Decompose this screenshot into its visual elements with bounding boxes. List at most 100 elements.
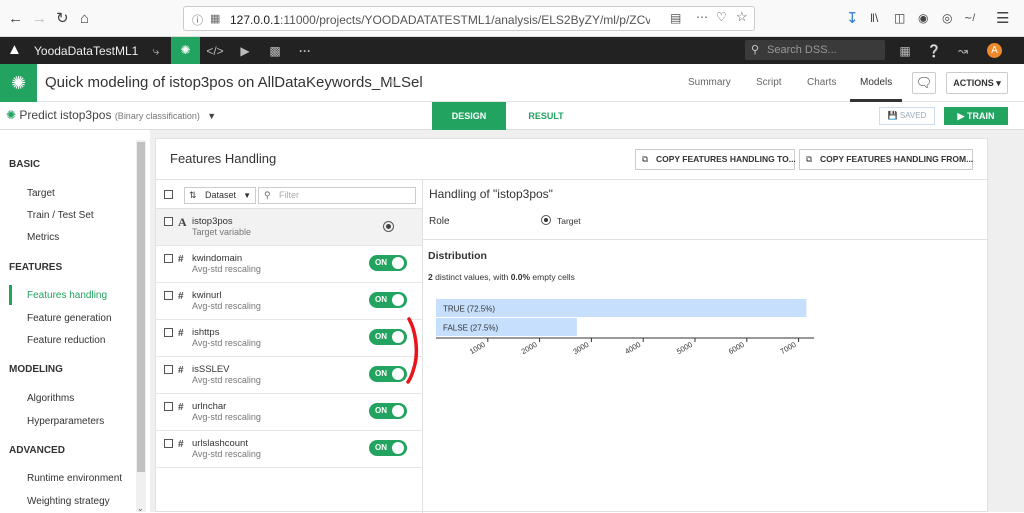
- predict-selector[interactable]: ✺ Predict istop3pos (Binary classificati…: [6, 108, 216, 122]
- feature-row[interactable]: A istop3pos Target variable: [156, 209, 422, 246]
- app-navbar: ▲ YoodaDataTestML1 ⤷ ✺ </> ▶ ▩ ··· ⚲ Sea…: [0, 37, 1024, 64]
- feature-row[interactable]: # ishttps Avg-std rescaling ON: [156, 320, 422, 357]
- apps-grid-icon[interactable]: ▦: [891, 42, 919, 60]
- sidebar-item-weighting-strategy[interactable]: Weighting strategy: [27, 496, 110, 507]
- target-icon: ✺: [6, 108, 17, 122]
- role-target-radio[interactable]: [541, 215, 551, 225]
- feature-toggle[interactable]: ON: [369, 255, 407, 271]
- row-checkbox[interactable]: [164, 291, 173, 300]
- sidebar-item-feature-generation[interactable]: Feature generation: [27, 313, 112, 324]
- feature-name: urlnchar: [192, 401, 227, 412]
- url-bar[interactable]: ⓘ ▦ 127.0.0.1:11000/projects/YOODADATATE…: [183, 6, 755, 31]
- feature-handling-label: Avg-std rescaling: [192, 301, 261, 311]
- tab-result[interactable]: RESULT: [512, 102, 580, 130]
- sidebar-scrollbar[interactable]: ⌄: [136, 140, 146, 513]
- feature-name: istop3pos: [192, 216, 233, 227]
- flow-icon[interactable]: ✺: [171, 37, 200, 64]
- sidebar-item-train-test-set[interactable]: Train / Test Set: [27, 210, 94, 221]
- more-icon[interactable]: ···: [291, 42, 319, 60]
- scrollbar-thumb[interactable]: [137, 142, 145, 472]
- play-icon[interactable]: ▶: [231, 42, 259, 60]
- library-icon[interactable]: ‖\: [870, 10, 878, 27]
- download-icon[interactable]: ↧: [846, 10, 859, 27]
- code-icon[interactable]: </>: [201, 42, 229, 60]
- feature-row[interactable]: # kwinurl Avg-std rescaling ON: [156, 283, 422, 320]
- design-sidebar: BASIC Target Train / Test Set Metrics FE…: [0, 130, 150, 513]
- pocket-icon[interactable]: ♡: [716, 10, 727, 24]
- feature-name: kwindomain: [192, 253, 243, 264]
- actions-button[interactable]: ACTIONS ▾: [946, 72, 1008, 94]
- copy-features-from-button[interactable]: ⧉ COPY FEATURES HANDLING FROM...: [799, 149, 973, 170]
- feature-row[interactable]: # urlnchar Avg-std rescaling ON: [156, 394, 422, 431]
- edit-title-icon[interactable]: ✎: [388, 76, 398, 90]
- saved-button[interactable]: 💾 SAVED: [879, 107, 935, 125]
- tab-design[interactable]: DESIGN: [432, 102, 506, 130]
- filter-input[interactable]: ⚲ Filter: [258, 187, 416, 204]
- feature-row[interactable]: # isSSLEV Avg-std rescaling ON: [156, 357, 422, 394]
- sort-dataset-select[interactable]: ⇅ Dataset ▼: [184, 187, 256, 204]
- pipeline-icon[interactable]: ⤷: [142, 42, 170, 60]
- dashboard-icon[interactable]: ▩: [261, 42, 289, 60]
- x-tick-label: 4000: [623, 340, 642, 356]
- tab-summary[interactable]: Summary: [688, 77, 731, 88]
- reload-icon[interactable]: ↻: [56, 10, 69, 27]
- numeric-type-icon: #: [178, 439, 184, 450]
- devtools-icon[interactable]: ∼/: [964, 10, 975, 27]
- row-checkbox[interactable]: [164, 365, 173, 374]
- avatar[interactable]: A: [987, 43, 1002, 58]
- tab-charts[interactable]: Charts: [807, 77, 836, 88]
- search-input[interactable]: ⚲ Search DSS...: [745, 40, 885, 60]
- dataiku-logo-icon[interactable]: ▲: [7, 41, 22, 58]
- chat-icon: 🗨: [915, 75, 933, 90]
- help-icon[interactable]: ❔: [920, 42, 948, 60]
- row-checkbox[interactable]: [164, 439, 173, 448]
- select-all-checkbox[interactable]: [164, 190, 173, 199]
- reader-view-icon[interactable]: ▤: [670, 11, 681, 25]
- copy-features-to-button[interactable]: ⧉ COPY FEATURES HANDLING TO...: [635, 149, 796, 170]
- sync-icon[interactable]: ◎: [942, 10, 952, 27]
- copy-icon: ⧉: [642, 154, 649, 164]
- chevron-down-icon: ▼: [207, 111, 217, 121]
- back-icon[interactable]: ←: [8, 10, 23, 27]
- tab-models[interactable]: Models: [860, 77, 892, 88]
- sidebar-item-features-handling[interactable]: Features handling: [27, 290, 107, 301]
- feature-row[interactable]: # urlslashcount Avg-std rescaling ON: [156, 431, 422, 468]
- page-actions-icon[interactable]: ⋯: [696, 10, 708, 24]
- menu-icon[interactable]: ☰: [996, 10, 1009, 27]
- row-checkbox[interactable]: [164, 402, 173, 411]
- x-tick-label: 5000: [675, 340, 694, 356]
- bookmark-star-icon[interactable]: ☆: [736, 9, 748, 25]
- account-icon[interactable]: ◉: [918, 10, 928, 27]
- forward-icon[interactable]: →: [32, 10, 47, 27]
- home-icon[interactable]: ⌂: [80, 10, 89, 27]
- sidebar-item-target[interactable]: Target: [27, 188, 55, 199]
- distribution-title: Distribution: [428, 250, 487, 262]
- row-checkbox[interactable]: [164, 217, 173, 226]
- row-checkbox[interactable]: [164, 254, 173, 263]
- distribution-chart: TRUE (72.5%) FALSE (27.5%) 1000 2000 3000 400…: [436, 299, 815, 356]
- project-name[interactable]: YoodaDataTestML1: [34, 44, 138, 58]
- feature-toggle[interactable]: ON: [369, 292, 407, 308]
- tab-script[interactable]: Script: [756, 77, 782, 88]
- sidebar-item-metrics[interactable]: Metrics: [27, 232, 59, 243]
- discussions-button[interactable]: 🗨: [912, 72, 936, 94]
- feature-toggle[interactable]: ON: [369, 440, 407, 456]
- sidebar-item-hyperparameters[interactable]: Hyperparameters: [27, 416, 104, 427]
- sidebar-icon[interactable]: ◫: [894, 10, 905, 27]
- feature-row[interactable]: # kwindomain Avg-std rescaling ON: [156, 246, 422, 283]
- activity-icon[interactable]: ↝: [949, 42, 977, 60]
- bar-label: FALSE (27.5%): [443, 324, 498, 333]
- section-modeling: MODELING: [9, 364, 63, 375]
- feature-handling-label: Avg-std rescaling: [192, 375, 261, 385]
- url-text[interactable]: 127.0.0.1:11000/projects/YOODADATATESTML…: [230, 13, 650, 27]
- sidebar-item-feature-reduction[interactable]: Feature reduction: [27, 335, 105, 346]
- info-icon[interactable]: ⓘ: [192, 12, 203, 28]
- row-checkbox[interactable]: [164, 328, 173, 337]
- feature-toggle[interactable]: ON: [369, 403, 407, 419]
- x-tick-label: 6000: [727, 340, 746, 356]
- feature-name: isSSLEV: [192, 364, 230, 375]
- sidebar-item-algorithms[interactable]: Algorithms: [27, 393, 74, 404]
- sidebar-item-runtime-environment[interactable]: Runtime environment: [27, 473, 122, 484]
- train-button[interactable]: ▶ TRAIN: [944, 107, 1008, 125]
- numeric-type-icon: #: [178, 291, 184, 302]
